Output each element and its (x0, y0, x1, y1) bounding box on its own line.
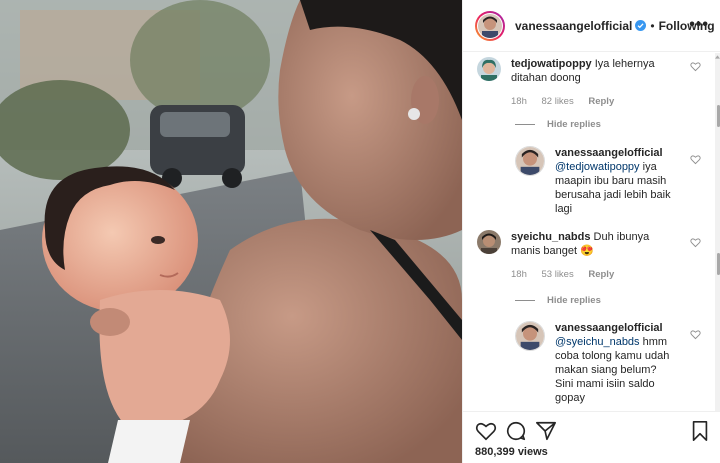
views-count[interactable]: 880,399 views (475, 446, 548, 458)
comment-item: syeichu_nabds Duh ibunya manis banget 😍 … (477, 230, 697, 282)
more-options-icon[interactable]: ••• (689, 16, 709, 34)
hide-replies-button[interactable]: Hide replies (515, 295, 601, 306)
hide-replies-label[interactable]: Hide replies (547, 295, 601, 306)
comment-time[interactable]: 18h (511, 96, 527, 107)
replies-divider (515, 124, 535, 125)
reply-username[interactable]: vanessaangelofficial (555, 321, 675, 335)
scroll-up-arrow-icon[interactable] (715, 54, 720, 60)
heart-icon[interactable] (475, 420, 497, 442)
commenter-avatar[interactable] (477, 57, 501, 81)
heart-icon[interactable] (690, 237, 701, 248)
heart-icon[interactable] (690, 61, 701, 72)
hide-replies-button[interactable]: Hide replies (515, 119, 601, 130)
header-separator: • (650, 18, 655, 33)
post-header: vanessaangelofficial • Following ••• (463, 0, 720, 52)
heart-icon[interactable] (690, 329, 701, 340)
comment-icon[interactable] (505, 420, 527, 442)
comment-username[interactable]: syeichu_nabds (511, 231, 590, 243)
post-actions-bar: 880,399 views (463, 411, 720, 463)
reply-author-avatar[interactable] (515, 146, 545, 176)
reply-username[interactable]: vanessaangelofficial (555, 146, 675, 160)
author-username[interactable]: vanessaangelofficial (515, 19, 632, 33)
comment-likes[interactable]: 82 likes (542, 96, 574, 107)
reply-mention[interactable]: @syeichu_nabds (555, 336, 640, 348)
story-ring[interactable] (475, 10, 505, 41)
replies-divider (515, 300, 535, 301)
comment-item: tedjowatipoppy Iya lehernya ditahan doon… (477, 57, 697, 109)
post-side-panel: vanessaangelofficial • Following ••• ted… (462, 0, 720, 463)
comment-time[interactable]: 18h (511, 269, 527, 280)
reply-item: vanessaangelofficial @tedjowatipoppy iya… (515, 146, 690, 216)
author-avatar[interactable] (478, 13, 502, 38)
share-icon[interactable] (535, 420, 557, 442)
reply-author-avatar[interactable] (515, 321, 545, 351)
comment-username[interactable]: tedjowatipoppy (511, 58, 592, 70)
comments-list: tedjowatipoppy Iya lehernya ditahan doon… (463, 53, 720, 411)
reply-mention[interactable]: @tedjowatipoppy (555, 161, 640, 173)
verified-badge-icon (635, 20, 647, 31)
bookmark-icon[interactable] (689, 420, 711, 442)
post-media[interactable] (0, 0, 462, 463)
heart-icon[interactable] (690, 154, 701, 165)
reply-button[interactable]: Reply (588, 96, 614, 107)
post-video-frame (0, 0, 462, 463)
reply-item: vanessaangelofficial @syeichu_nabds hmm … (515, 321, 690, 405)
reply-button[interactable]: Reply (588, 269, 614, 280)
comment-likes[interactable]: 53 likes (542, 269, 574, 280)
hide-replies-label[interactable]: Hide replies (547, 119, 601, 130)
commenter-avatar[interactable] (477, 230, 501, 254)
